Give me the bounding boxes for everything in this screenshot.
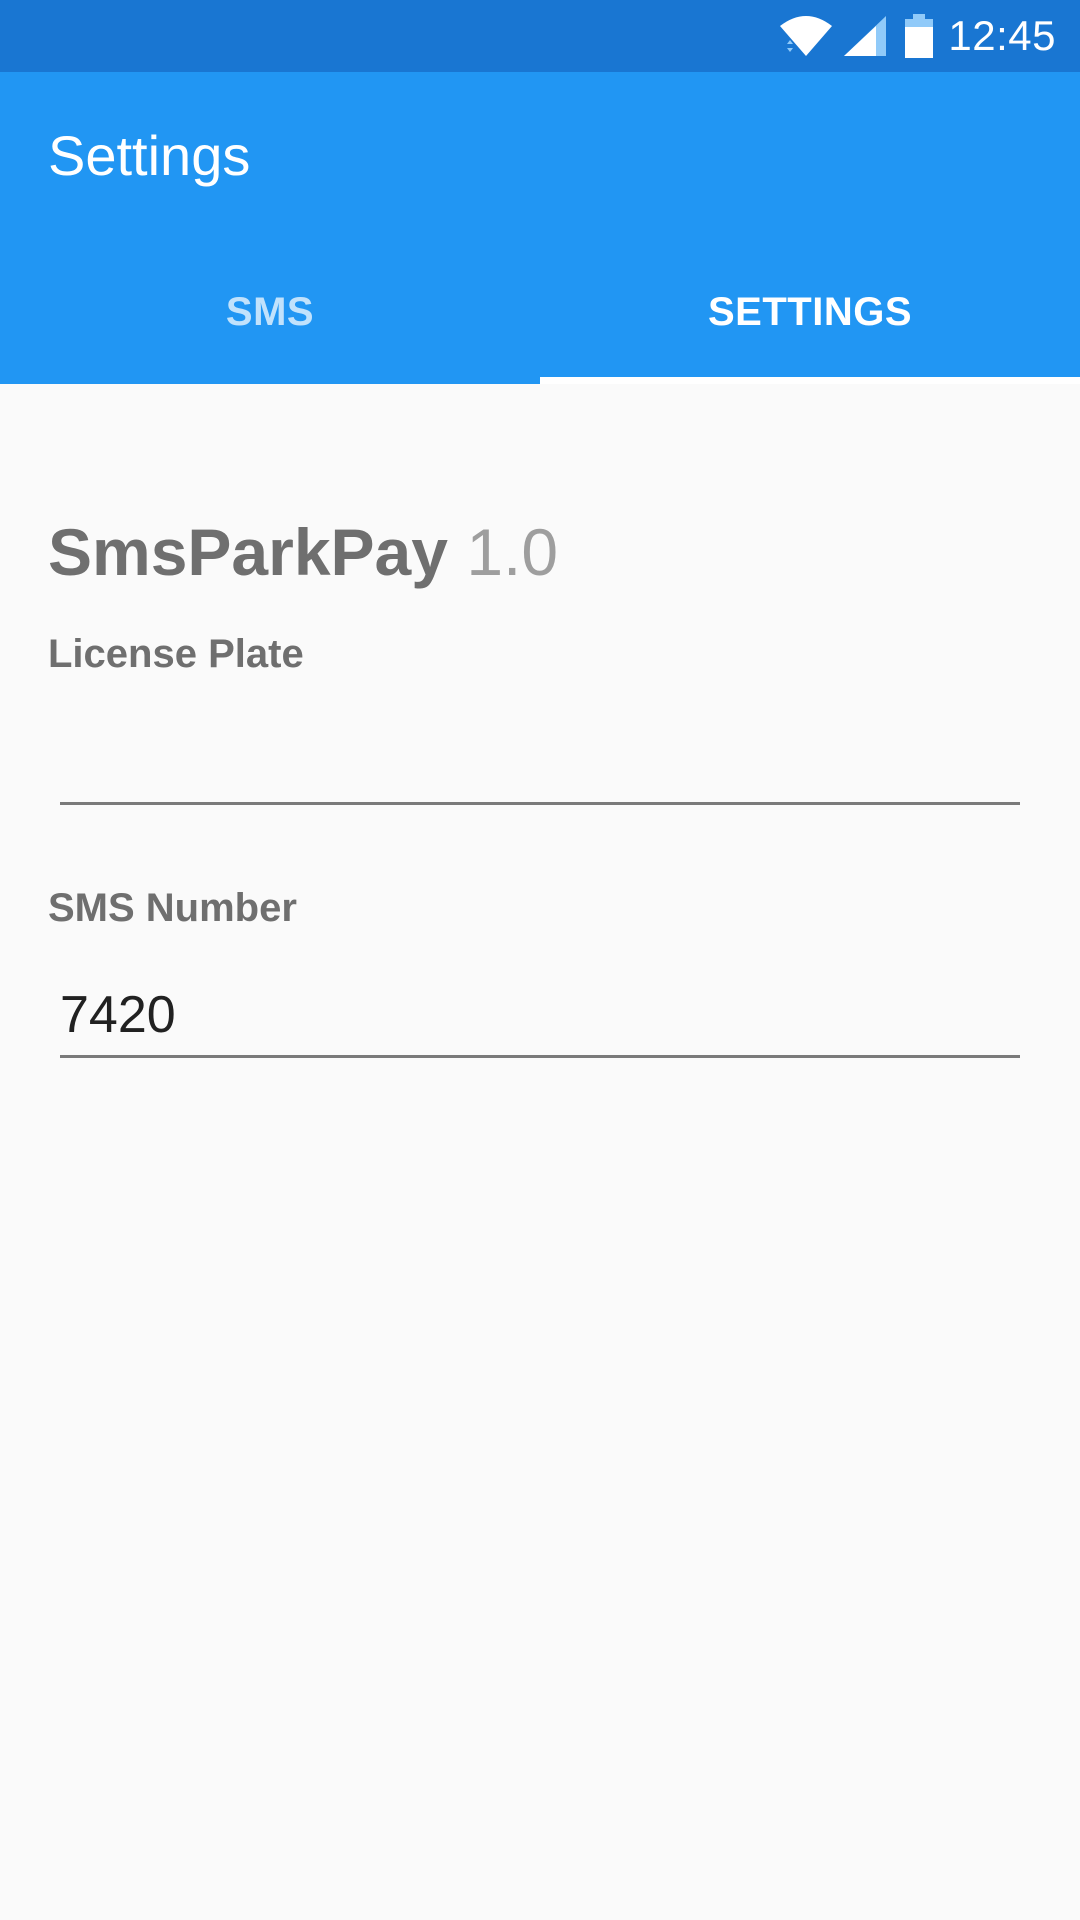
tab-sms[interactable]: SMS	[0, 240, 540, 384]
status-bar: 12:45	[0, 0, 1080, 72]
app-bar: Settings	[0, 72, 1080, 240]
page-title: Settings	[48, 124, 251, 187]
tab-bar: SMS SETTINGS	[0, 240, 1080, 384]
license-plate-label: License Plate	[48, 632, 304, 676]
tab-indicator	[540, 377, 1080, 384]
battery-icon	[905, 14, 934, 58]
status-icons: 12:45	[778, 0, 1056, 72]
tab-settings[interactable]: SETTINGS	[540, 240, 1080, 384]
app-name: SmsParkPay	[48, 515, 448, 589]
sms-number-label: SMS Number	[48, 886, 297, 930]
signal-icon	[844, 16, 887, 56]
tab-settings-label: SETTINGS	[707, 289, 913, 334]
app-title: SmsParkPay 1.0	[48, 514, 558, 590]
tab-sms-label: SMS	[225, 289, 315, 334]
sms-number-input[interactable]	[60, 975, 1020, 1058]
app-version: 1.0	[466, 515, 559, 589]
status-time: 12:45	[948, 12, 1056, 59]
license-plate-input[interactable]	[60, 722, 1020, 805]
wifi-icon	[780, 16, 833, 56]
